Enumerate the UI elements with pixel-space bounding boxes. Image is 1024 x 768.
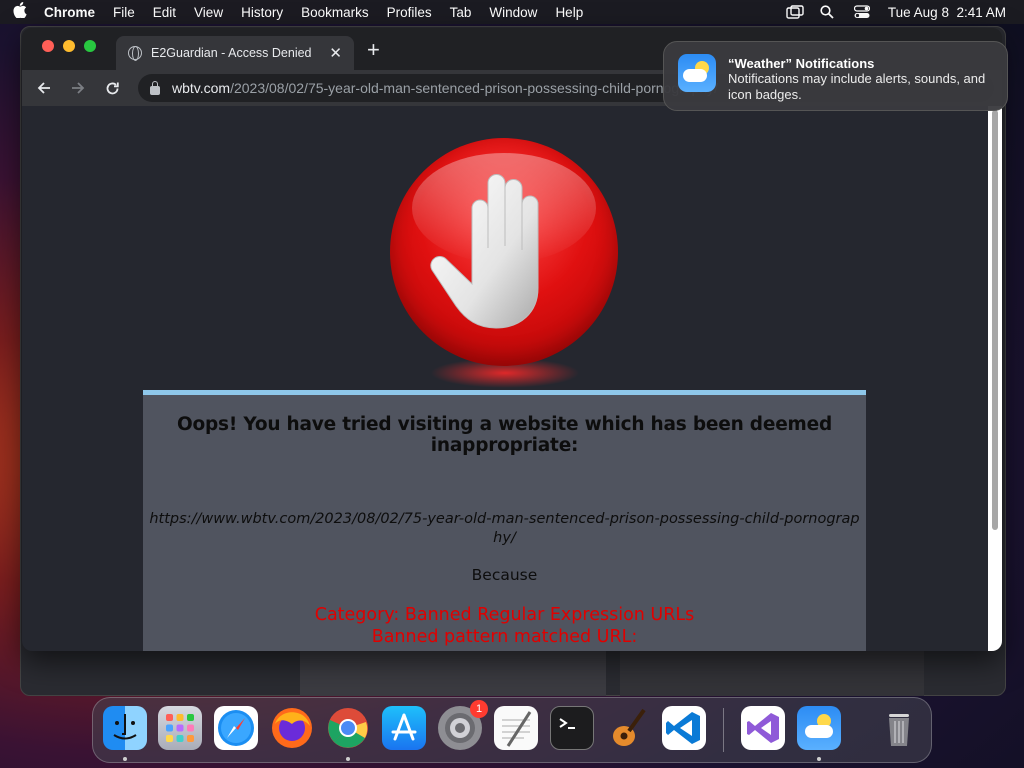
menu-file[interactable]: File	[104, 5, 144, 20]
block-category: Category: Banned Regular Expression URLs	[314, 605, 695, 625]
menu-bar: Chrome File Edit View History Bookmarks …	[0, 0, 1024, 24]
back-button[interactable]	[30, 74, 58, 102]
menu-window[interactable]: Window	[480, 5, 546, 20]
app-store-icon[interactable]	[382, 706, 426, 750]
page-content: Oops! You have tried visiting a website …	[22, 106, 1002, 651]
reload-button[interactable]	[98, 74, 126, 102]
finder-icon[interactable]	[103, 706, 147, 750]
menu-bar-clock[interactable]: Tue Aug 8 2:41 AM	[888, 5, 1006, 20]
garageband-icon[interactable]	[606, 706, 650, 750]
spotlight-search-icon[interactable]	[820, 5, 836, 19]
chrome-window: E2Guardian - Access Denied ✕ + wbtv.com /…	[22, 28, 1002, 651]
block-heading: Oops! You have tried visiting a website …	[176, 414, 833, 456]
menu-tab[interactable]: Tab	[441, 5, 481, 20]
close-window-button[interactable]	[42, 40, 54, 52]
url-path: /2023/08/02/75-year-old-man-sentenced-pr…	[230, 80, 719, 96]
blocked-url: https://www.wbtv.com/2023/08/02/75-year-…	[149, 511, 860, 546]
block-reason: Category: Banned Regular Expression URLs…	[143, 604, 866, 648]
stop-hand-icon	[390, 138, 618, 398]
weather-running-dot	[817, 757, 821, 761]
scrollbar-thumb[interactable]	[992, 110, 998, 530]
window-controls	[42, 40, 96, 52]
new-tab-button[interactable]: +	[367, 37, 380, 63]
menu-help[interactable]: Help	[546, 5, 592, 20]
weather-notification[interactable]: “Weather” Notifications Notifications ma…	[663, 41, 1008, 111]
close-tab-icon[interactable]: ✕	[329, 44, 342, 62]
browser-tab-active[interactable]: E2Guardian - Access Denied ✕	[116, 36, 354, 70]
page-scrollbar[interactable]	[988, 106, 1002, 651]
system-settings-icon[interactable]: 1	[438, 700, 488, 750]
notification-body: Notifications may include alerts, sounds…	[728, 71, 986, 102]
firefox-icon[interactable]	[270, 706, 314, 750]
notification-badge: 1	[470, 700, 488, 718]
weather-app-icon	[678, 54, 716, 92]
chrome-icon[interactable]	[326, 706, 370, 750]
hand-icon	[412, 153, 596, 329]
menu-edit[interactable]: Edit	[144, 5, 185, 20]
dock-separator	[723, 708, 724, 752]
background-panel-left	[300, 650, 606, 696]
forward-button[interactable]	[64, 74, 92, 102]
dock: 1	[92, 697, 932, 763]
menu-app-name[interactable]: Chrome	[40, 5, 104, 20]
menu-view[interactable]: View	[185, 5, 232, 20]
menu-history[interactable]: History	[232, 5, 292, 20]
weather-dock-icon[interactable]	[797, 706, 841, 750]
control-center-icon[interactable]	[853, 5, 871, 19]
block-message-box: Oops! You have tried visiting a website …	[143, 390, 866, 651]
menu-bookmarks[interactable]: Bookmarks	[292, 5, 378, 20]
notification-title: “Weather” Notifications	[728, 56, 875, 71]
apple-menu-icon[interactable]	[0, 2, 40, 22]
textedit-icon[interactable]	[494, 706, 538, 750]
zoom-window-button[interactable]	[84, 40, 96, 52]
notification-text: “Weather” Notifications Notifications ma…	[728, 54, 993, 102]
vscode-icon[interactable]	[662, 706, 706, 750]
globe-icon	[128, 46, 142, 61]
trash-icon[interactable]	[877, 706, 921, 750]
menu-profiles[interactable]: Profiles	[378, 5, 441, 20]
block-pattern: Banned pattern matched URL:	[371, 627, 638, 647]
screen-mirroring-icon[interactable]	[786, 5, 804, 19]
finder-running-dot	[123, 757, 127, 761]
because-label: Because	[471, 566, 538, 584]
background-panel-right	[620, 650, 924, 696]
minimize-window-button[interactable]	[63, 40, 75, 52]
chrome-running-dot	[346, 757, 350, 761]
visual-studio-icon[interactable]	[741, 706, 785, 750]
tab-title: E2Guardian - Access Denied	[151, 46, 312, 60]
launchpad-icon[interactable]	[158, 706, 202, 750]
url-host: wbtv.com	[172, 80, 231, 96]
lock-icon[interactable]	[150, 80, 160, 95]
safari-icon[interactable]	[214, 706, 258, 750]
terminal-icon[interactable]	[550, 706, 594, 750]
